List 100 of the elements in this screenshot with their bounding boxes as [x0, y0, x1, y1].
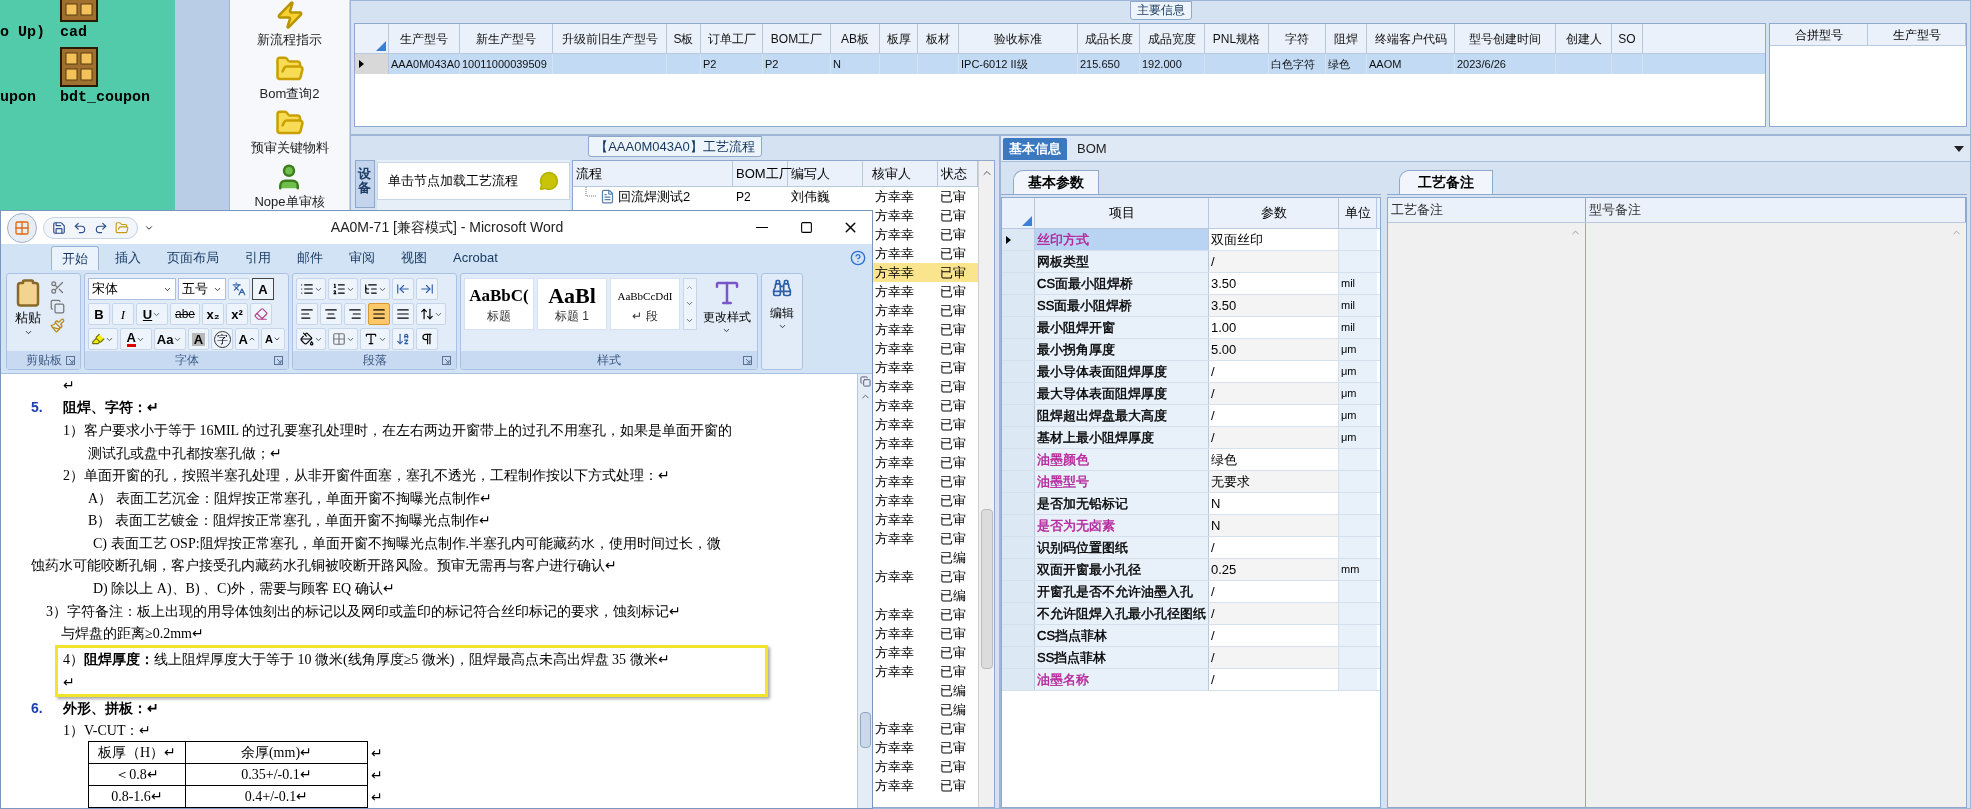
- ribbon-tab[interactable]: 开始: [51, 246, 99, 270]
- underline-button[interactable]: U: [136, 303, 168, 325]
- ribbon-tab[interactable]: 审阅: [339, 246, 385, 270]
- column-header[interactable]: PNL规格: [1205, 24, 1269, 53]
- cut-icon[interactable]: [50, 280, 65, 295]
- ribbon-tab[interactable]: 插入: [105, 246, 151, 270]
- column-header[interactable]: AB板: [831, 24, 880, 53]
- dropdown-arrow-icon[interactable]: [1954, 145, 1964, 152]
- script-button[interactable]: x₂: [202, 303, 224, 325]
- side-tab[interactable]: 设备: [355, 160, 375, 208]
- font-color-button[interactable]: A: [119, 328, 152, 350]
- table-row[interactable]: 是否加无铅标记 N: [1002, 493, 1380, 515]
- folder-icon[interactable]: [115, 220, 129, 235]
- tab[interactable]: 工艺备注: [1399, 170, 1493, 194]
- table-row[interactable]: 基材上最小阻焊厚度 / μm: [1002, 427, 1380, 449]
- column-header[interactable]: 终端客户代码: [1367, 24, 1455, 53]
- undo-icon[interactable]: [73, 220, 87, 235]
- ribbon-tab[interactable]: 页面布局: [157, 246, 229, 270]
- table-row[interactable]: 最小拐角厚度 5.00 μm: [1002, 339, 1380, 361]
- table-row[interactable]: 识别码位置图纸 /: [1002, 537, 1380, 559]
- table-row[interactable]: 油墨型号 无要求: [1002, 471, 1380, 493]
- enclose-characters-button[interactable]: 字: [211, 328, 234, 350]
- column-header[interactable]: S板: [667, 24, 701, 53]
- editing-button[interactable]: 编辑: [770, 278, 794, 331]
- ribbon-tab[interactable]: 引用: [235, 246, 281, 270]
- asian-layout-button[interactable]: [360, 328, 390, 350]
- column-header[interactable]: 流程: [573, 161, 733, 186]
- table-row[interactable]: 双面开窗最小孔径 0.25 mm: [1002, 559, 1380, 581]
- highlight-button[interactable]: [88, 328, 118, 350]
- column-header[interactable]: 订单工厂: [701, 24, 763, 53]
- column-header[interactable]: 成品宽度: [1140, 24, 1205, 53]
- column-header[interactable]: SO: [1612, 24, 1643, 53]
- column-header[interactable]: 板材: [918, 24, 959, 53]
- tab[interactable]: 基本参数: [1013, 170, 1099, 194]
- clear-format-button[interactable]: [250, 303, 272, 325]
- column-header[interactable]: 单位: [1339, 198, 1377, 228]
- save-icon[interactable]: [52, 220, 66, 235]
- office-button[interactable]: [7, 212, 37, 243]
- column-header[interactable]: 创建人: [1556, 24, 1612, 53]
- column-header[interactable]: 合拼型号: [1770, 24, 1868, 45]
- decrease-indent-button[interactable]: [392, 278, 414, 300]
- column-header[interactable]: 型号创建时间: [1455, 24, 1556, 53]
- multilevel-list-button[interactable]: [360, 278, 390, 300]
- table-row[interactable]: 最小导体表面阻焊厚度 / μm: [1002, 361, 1380, 383]
- shrink-font-button[interactable]: A: [261, 328, 286, 350]
- tab[interactable]: 基本信息: [1003, 137, 1067, 160]
- column-header[interactable]: 核审人: [863, 161, 938, 186]
- change-case-button[interactable]: Aa: [153, 328, 186, 350]
- column-header[interactable]: 生产型号: [389, 24, 460, 53]
- column-header[interactable]: 成品长度: [1078, 24, 1140, 53]
- table-row[interactable]: 开窗孔是否不允许油墨入孔 /: [1002, 581, 1380, 603]
- tree-row[interactable]: 方幸幸 已审: [875, 263, 978, 282]
- line-spacing-button[interactable]: [416, 303, 446, 325]
- column-header[interactable]: 项目: [1035, 198, 1209, 228]
- vertical-scrollbar[interactable]: [857, 374, 872, 808]
- table-row[interactable]: AAA0M043A0 10011000039509 P2 P2 N IPC-6012 II级 215.650 192.000 白色字符 绿色 AAOM 2023/6/26: [355, 54, 1765, 74]
- grow-font-button[interactable]: A: [235, 328, 260, 350]
- launcher-item[interactable]: Nope单审核: [254, 195, 325, 209]
- bullets-button[interactable]: [296, 278, 326, 300]
- launcher-item[interactable]: 新流程指示: [257, 33, 322, 47]
- alignment-button[interactable]: [344, 303, 366, 325]
- style-tile[interactable]: AaBbCcDdI ↵ 段: [609, 278, 680, 330]
- column-header[interactable]: 升级前旧生产型号: [553, 24, 667, 53]
- table-row[interactable]: SS挡点菲林 /: [1002, 647, 1380, 669]
- column-header[interactable]: 验收标准: [959, 24, 1078, 53]
- column-header[interactable]: 阻焊: [1326, 24, 1367, 53]
- dialog-launcher-icon[interactable]: [274, 355, 283, 365]
- table-row[interactable]: 最小阻焊开窗 1.00 mil: [1002, 317, 1380, 339]
- table-row[interactable]: SS面最小阻焊桥 3.50 mil: [1002, 295, 1380, 317]
- table-row[interactable]: 网板类型 /: [1002, 251, 1380, 273]
- style-tile[interactable]: AaBl 标题 1: [537, 278, 607, 330]
- format-painter-icon[interactable]: [50, 318, 65, 333]
- numbering-button[interactable]: [328, 278, 358, 300]
- table-row[interactable]: 丝印方式 双面丝印: [1002, 229, 1380, 251]
- alignment-button[interactable]: [392, 303, 414, 325]
- table-row[interactable]: CS挡点菲林 /: [1002, 625, 1380, 647]
- alignment-button[interactable]: [320, 303, 342, 325]
- show-marks-button[interactable]: [416, 328, 438, 350]
- increase-indent-button[interactable]: [416, 278, 438, 300]
- select-all-corner-icon[interactable]: [1022, 216, 1032, 226]
- shading-button[interactable]: [296, 328, 326, 350]
- strikethrough-button[interactable]: abe: [170, 303, 200, 325]
- ribbon-tab[interactable]: Acrobat: [443, 246, 508, 270]
- table-row[interactable]: 不允许阻焊入孔最小孔径图纸 /: [1002, 603, 1380, 625]
- desktop-icon[interactable]: [60, 47, 98, 87]
- copy-icon[interactable]: [50, 299, 65, 314]
- column-header[interactable]: 工艺备注: [1388, 198, 1586, 222]
- table-row[interactable]: CS面最小阻焊桥 3.50 mil: [1002, 273, 1380, 295]
- column-header[interactable]: BOM工厂: [763, 24, 831, 53]
- tab[interactable]: BOM: [1071, 137, 1113, 160]
- column-header[interactable]: 板厚: [880, 24, 918, 53]
- phonetic-guide-button[interactable]: [228, 278, 250, 300]
- column-header[interactable]: 生产型号: [1868, 24, 1966, 45]
- select-all-corner-icon[interactable]: [376, 41, 386, 51]
- column-header[interactable]: 编写人: [788, 161, 863, 186]
- char-border-button[interactable]: A: [252, 278, 274, 300]
- character-shading-button[interactable]: A: [187, 328, 210, 350]
- help-icon[interactable]: [850, 250, 866, 266]
- table-row[interactable]: 最大导体表面阻焊厚度 / μm: [1002, 383, 1380, 405]
- table-row[interactable]: 是否为无卤素 N: [1002, 515, 1380, 537]
